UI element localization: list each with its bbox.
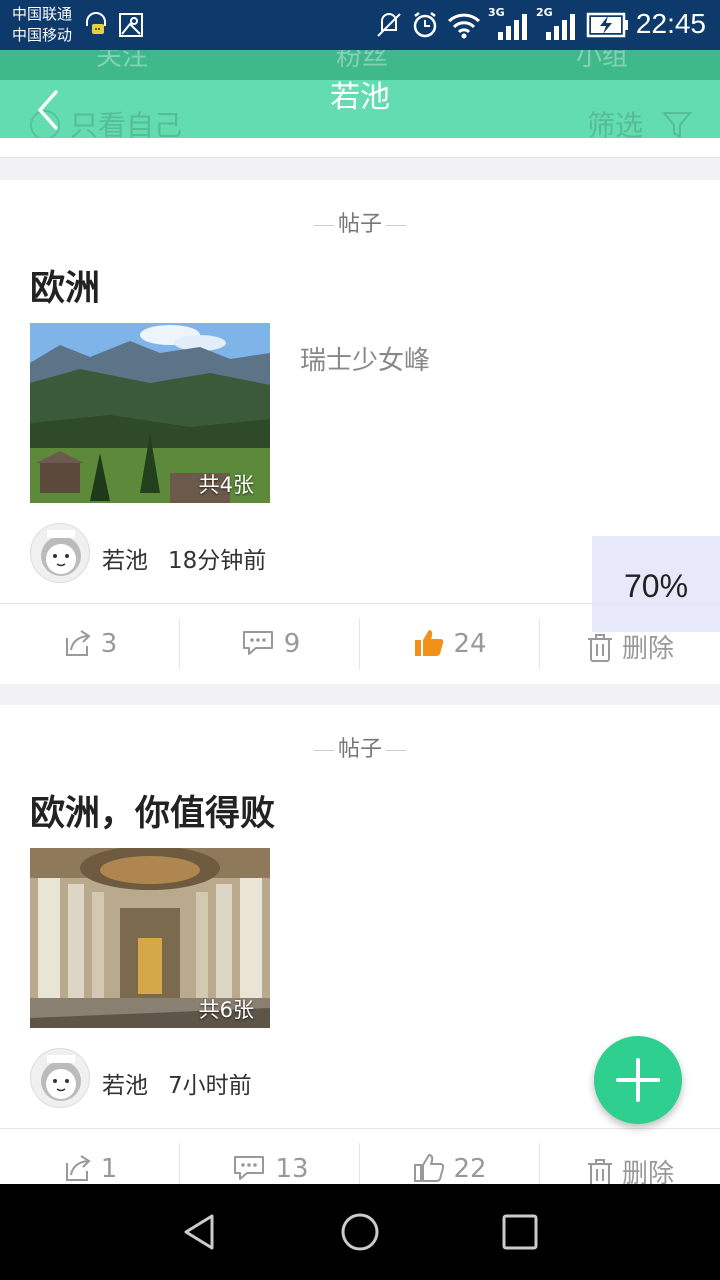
comment-button[interactable]: 9 bbox=[180, 604, 360, 684]
post-type-label: 帖子 bbox=[337, 737, 382, 762]
post-type-tag: 帖子 bbox=[0, 731, 720, 763]
post-time: 7小时前 bbox=[168, 1073, 252, 1099]
thumbs-up-icon bbox=[415, 630, 444, 656]
image-count: 共6张 bbox=[198, 998, 254, 1022]
carrier-labels: 中国联通 中国移动 bbox=[12, 4, 72, 46]
header-spacer bbox=[0, 138, 720, 158]
post-title[interactable]: 欧洲，你值得败 bbox=[30, 785, 275, 836]
carrier-1: 中国联通 bbox=[12, 5, 73, 23]
like-count: 24 bbox=[453, 629, 487, 659]
headset-notification-icon bbox=[84, 12, 108, 42]
circle-home-icon bbox=[341, 1213, 379, 1251]
image-count: 共4张 bbox=[198, 473, 254, 497]
zoom-indicator: 70% bbox=[592, 536, 720, 632]
thumbs-up-icon bbox=[414, 1154, 445, 1182]
carrier-2: 中国移动 bbox=[12, 26, 73, 44]
trash-icon bbox=[587, 634, 612, 662]
share-count: 1 bbox=[100, 1154, 118, 1184]
signal-1-icon bbox=[496, 14, 528, 44]
avatar[interactable] bbox=[30, 523, 90, 583]
share-icon bbox=[65, 1155, 91, 1181]
alarm-icon bbox=[410, 10, 440, 44]
post-image-thumbnail[interactable]: 共4张 bbox=[30, 323, 270, 503]
post-type-label: 帖子 bbox=[337, 212, 382, 237]
nav-recents-button[interactable] bbox=[500, 1212, 540, 1252]
comment-count: 13 bbox=[275, 1154, 309, 1184]
delete-label: 删除 bbox=[621, 634, 674, 664]
post-description: 瑞士少女峰 bbox=[300, 346, 431, 376]
post-time: 18分钟前 bbox=[168, 548, 267, 574]
battery-charging-icon bbox=[586, 12, 630, 42]
comment-icon bbox=[242, 631, 273, 655]
share-button[interactable]: 3 bbox=[0, 604, 180, 684]
mute-icon bbox=[374, 10, 404, 44]
tab-fans[interactable]: 粉丝 bbox=[336, 50, 388, 73]
add-post-button[interactable] bbox=[594, 1036, 682, 1124]
nav-back-button[interactable] bbox=[180, 1212, 220, 1252]
navigation-bar bbox=[0, 1184, 720, 1280]
share-icon bbox=[65, 630, 91, 656]
author-name[interactable]: 若池 bbox=[102, 1066, 148, 1100]
title-bar: 只看自己 筛选 若池 bbox=[0, 80, 720, 142]
clock: 22:45 bbox=[635, 8, 706, 39]
avatar[interactable] bbox=[30, 1048, 90, 1108]
page-title: 若池 bbox=[330, 80, 390, 115]
post-image-thumbnail[interactable]: 共6张 bbox=[30, 848, 270, 1028]
comment-count: 9 bbox=[283, 629, 301, 659]
like-button[interactable]: 24 bbox=[360, 604, 540, 684]
status-bar: 中国联通 中国移动 3G 2G 22:45 bbox=[0, 0, 720, 50]
tab-groups[interactable]: 小组 bbox=[576, 50, 628, 73]
nav-home-button[interactable] bbox=[340, 1212, 380, 1252]
cat-avatar-icon bbox=[41, 1055, 81, 1101]
share-count: 3 bbox=[100, 629, 118, 659]
triangle-back-icon bbox=[184, 1214, 214, 1250]
author-name[interactable]: 若池 bbox=[102, 541, 148, 575]
wifi-icon bbox=[446, 10, 482, 44]
plus-icon bbox=[616, 1058, 660, 1102]
signal-2-icon bbox=[544, 14, 576, 44]
post-title[interactable]: 欧洲 bbox=[30, 260, 100, 311]
like-count: 22 bbox=[453, 1154, 487, 1184]
gallery-notification-icon bbox=[118, 12, 144, 42]
comment-icon bbox=[234, 1156, 265, 1180]
tab-bar-behind: 关注 粉丝 小组 bbox=[0, 50, 720, 80]
post-type-tag: 帖子 bbox=[0, 206, 720, 238]
tab-following[interactable]: 关注 bbox=[96, 50, 148, 73]
square-recents-icon bbox=[502, 1214, 538, 1250]
cat-avatar-icon bbox=[41, 530, 81, 576]
